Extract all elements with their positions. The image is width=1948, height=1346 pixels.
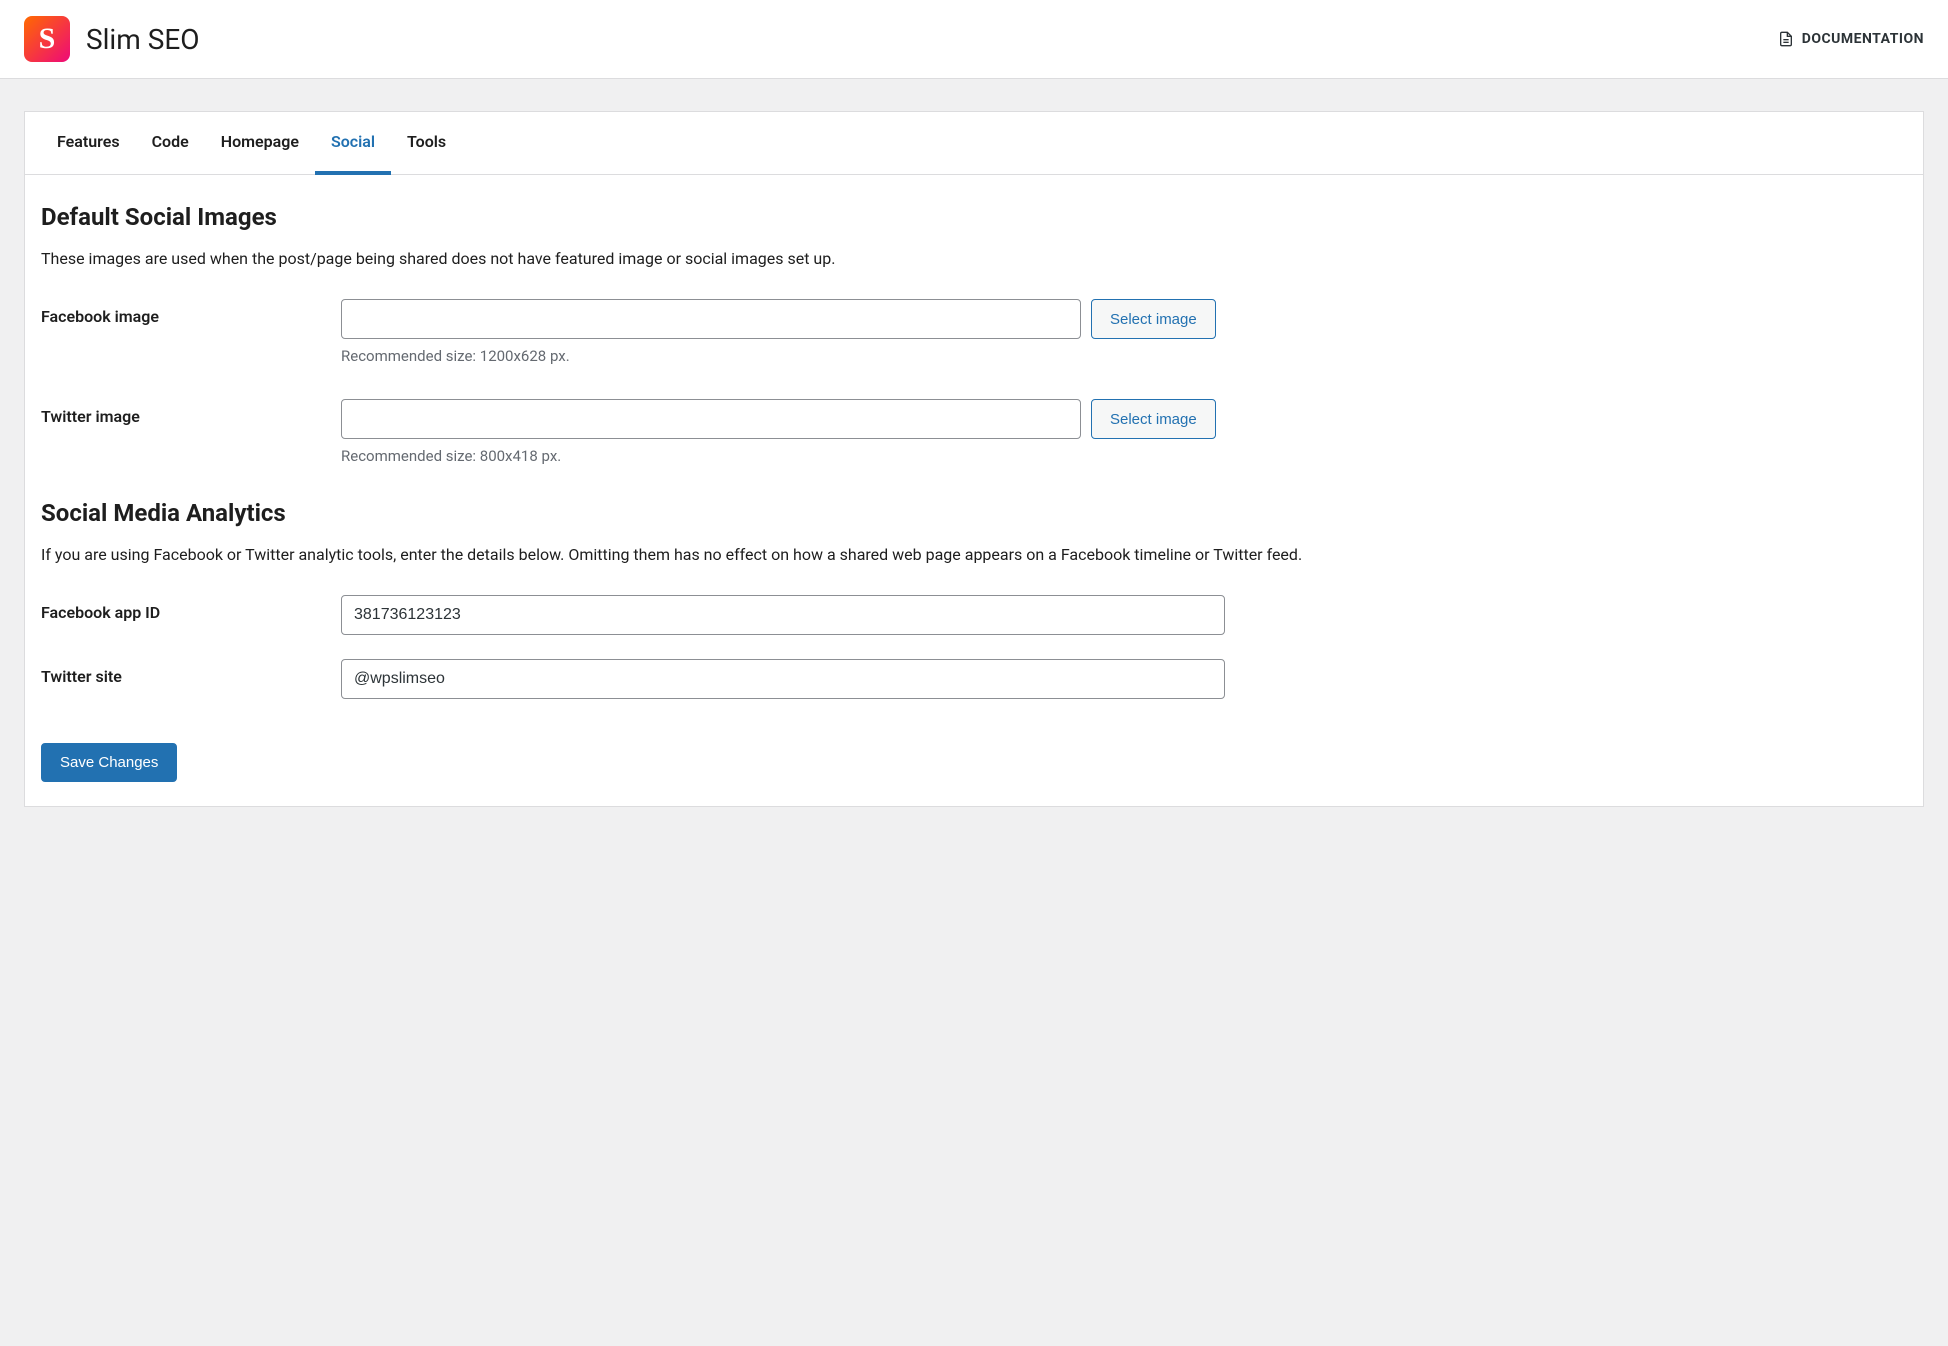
twitter-image-control: Select image Recommended size: 800x418 p… <box>341 399 1907 465</box>
document-icon <box>1778 31 1794 47</box>
tabs-nav: Features Code Homepage Social Tools <box>25 112 1923 175</box>
facebook-app-id-row: Facebook app ID <box>41 595 1907 635</box>
settings-panel: Features Code Homepage Social Tools Defa… <box>24 111 1924 807</box>
twitter-site-row: Twitter site <box>41 659 1907 699</box>
app-title: Slim SEO <box>86 23 200 56</box>
social-media-analytics-desc: If you are using Facebook or Twitter ana… <box>41 543 1907 567</box>
header-left: S Slim SEO <box>24 16 200 62</box>
facebook-image-hint: Recommended size: 1200x628 px. <box>341 347 1907 365</box>
twitter-site-input[interactable] <box>341 659 1225 699</box>
facebook-app-id-control <box>341 595 1907 635</box>
facebook-image-input-row: Select image <box>341 299 1907 339</box>
default-social-images-heading: Default Social Images <box>41 203 1907 231</box>
twitter-image-label: Twitter image <box>41 399 341 426</box>
default-social-images-desc: These images are used when the post/page… <box>41 247 1907 271</box>
app-header: S Slim SEO DOCUMENTATION <box>0 0 1948 79</box>
twitter-site-control <box>341 659 1907 699</box>
save-changes-button[interactable]: Save Changes <box>41 743 177 782</box>
social-media-analytics-heading: Social Media Analytics <box>41 499 1907 527</box>
facebook-app-id-input[interactable] <box>341 595 1225 635</box>
tab-homepage[interactable]: Homepage <box>205 112 315 175</box>
tab-tools[interactable]: Tools <box>391 112 462 175</box>
content-wrap: Features Code Homepage Social Tools Defa… <box>0 79 1948 839</box>
facebook-app-id-label: Facebook app ID <box>41 595 341 622</box>
facebook-image-row: Facebook image Select image Recommended … <box>41 299 1907 365</box>
twitter-image-row: Twitter image Select image Recommended s… <box>41 399 1907 465</box>
facebook-image-label: Facebook image <box>41 299 341 326</box>
facebook-image-input[interactable] <box>341 299 1081 339</box>
twitter-image-input[interactable] <box>341 399 1081 439</box>
documentation-link[interactable]: DOCUMENTATION <box>1778 31 1924 47</box>
panel-body: Default Social Images These images are u… <box>25 175 1923 806</box>
tab-features[interactable]: Features <box>41 112 136 175</box>
twitter-image-hint: Recommended size: 800x418 px. <box>341 447 1907 465</box>
twitter-select-image-button[interactable]: Select image <box>1091 399 1216 439</box>
twitter-site-label: Twitter site <box>41 659 341 686</box>
facebook-image-control: Select image Recommended size: 1200x628 … <box>341 299 1907 365</box>
app-logo-icon: S <box>24 16 70 62</box>
twitter-image-input-row: Select image <box>341 399 1907 439</box>
tab-code[interactable]: Code <box>136 112 205 175</box>
tab-social[interactable]: Social <box>315 112 391 175</box>
facebook-select-image-button[interactable]: Select image <box>1091 299 1216 339</box>
documentation-link-label: DOCUMENTATION <box>1802 31 1924 47</box>
